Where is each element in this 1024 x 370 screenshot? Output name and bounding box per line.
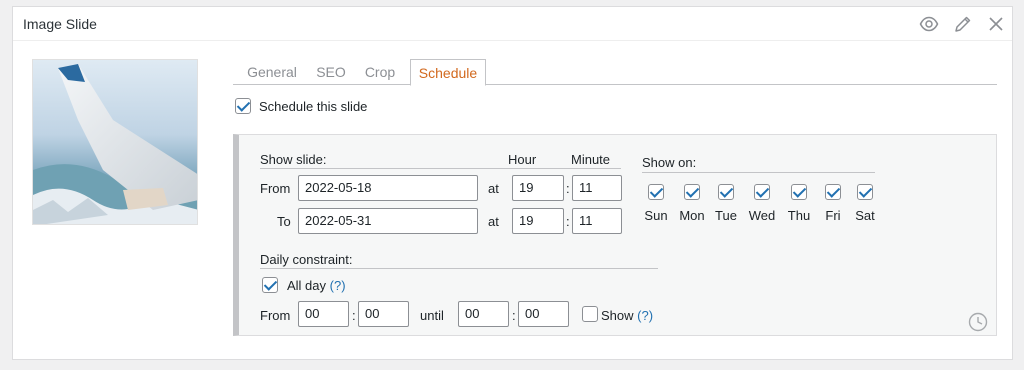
day-wed-label: Wed xyxy=(748,208,776,223)
schedule-this-slide-label: Schedule this slide xyxy=(259,99,368,114)
day-sun-checkbox[interactable] xyxy=(648,184,664,200)
all-day-label: All day (?) xyxy=(287,278,346,293)
show-label: Show (?) xyxy=(601,308,654,323)
tab-seo[interactable]: SEO xyxy=(311,59,351,85)
close-icon[interactable] xyxy=(986,14,1006,34)
hour-header: Hour xyxy=(508,152,537,167)
daily-from-label: From xyxy=(260,308,291,323)
tab-schedule[interactable]: Schedule xyxy=(410,59,486,86)
daily-constraint-label: Daily constraint: xyxy=(260,252,353,267)
from-at-label: at xyxy=(488,181,499,196)
daily-from-colon: : xyxy=(352,308,356,323)
day-wed-checkbox[interactable] xyxy=(754,184,770,200)
tab-bar: General SEO Crop Schedule xyxy=(233,59,997,86)
all-day-help-link[interactable]: (?) xyxy=(330,278,346,293)
daily-until-minute-input[interactable]: 00 xyxy=(518,301,569,327)
from-hour-input[interactable]: 19 xyxy=(512,175,564,201)
day-sat-label: Sat xyxy=(855,208,875,223)
show-on-divider xyxy=(642,172,875,173)
panel-header: Image Slide xyxy=(13,7,1012,41)
daily-constraint-divider xyxy=(260,268,658,269)
all-day-checkbox[interactable] xyxy=(262,277,278,293)
tab-general[interactable]: General xyxy=(235,59,309,85)
show-checkbox[interactable] xyxy=(582,306,598,322)
to-label: To xyxy=(277,214,291,229)
slide-thumbnail xyxy=(32,59,198,225)
daily-until-hour-input[interactable]: 00 xyxy=(458,301,509,327)
to-colon: : xyxy=(566,214,570,229)
panel-title: Image Slide xyxy=(23,16,97,32)
day-fri-checkbox[interactable] xyxy=(825,184,841,200)
image-slide-panel: Image Slide General SEO Crop Schedule Sc… xyxy=(12,6,1013,360)
show-slide-divider xyxy=(260,168,621,169)
until-label: until xyxy=(420,308,444,323)
show-on-label: Show on: xyxy=(642,155,697,170)
daily-from-hour-input[interactable]: 00 xyxy=(298,301,349,327)
day-mon-checkbox[interactable] xyxy=(684,184,700,200)
show-help-link[interactable]: (?) xyxy=(637,308,653,323)
from-date-input[interactable]: 2022-05-18 xyxy=(298,175,478,201)
day-sat-checkbox[interactable] xyxy=(857,184,873,200)
day-thu-checkbox[interactable] xyxy=(791,184,807,200)
tab-crop[interactable]: Crop xyxy=(355,59,405,85)
daily-until-colon: : xyxy=(512,308,516,323)
from-colon: : xyxy=(566,181,570,196)
eye-icon[interactable] xyxy=(919,14,939,34)
from-label: From xyxy=(260,181,291,196)
to-at-label: at xyxy=(488,214,499,229)
to-minute-input[interactable]: 11 xyxy=(572,208,622,234)
from-minute-input[interactable]: 11 xyxy=(572,175,622,201)
daily-from-minute-input[interactable]: 00 xyxy=(358,301,409,327)
to-date-input[interactable]: 2022-05-31 xyxy=(298,208,478,234)
clock-icon xyxy=(968,312,988,332)
schedule-this-slide-checkbox[interactable] xyxy=(235,98,251,114)
show-slide-label: Show slide: xyxy=(260,152,327,167)
schedule-section: Show slide: Hour Minute From 2022-05-18 … xyxy=(233,134,997,336)
pencil-icon[interactable] xyxy=(953,14,973,34)
day-tue-checkbox[interactable] xyxy=(718,184,734,200)
to-hour-input[interactable]: 19 xyxy=(512,208,564,234)
minute-header: Minute xyxy=(571,152,611,167)
